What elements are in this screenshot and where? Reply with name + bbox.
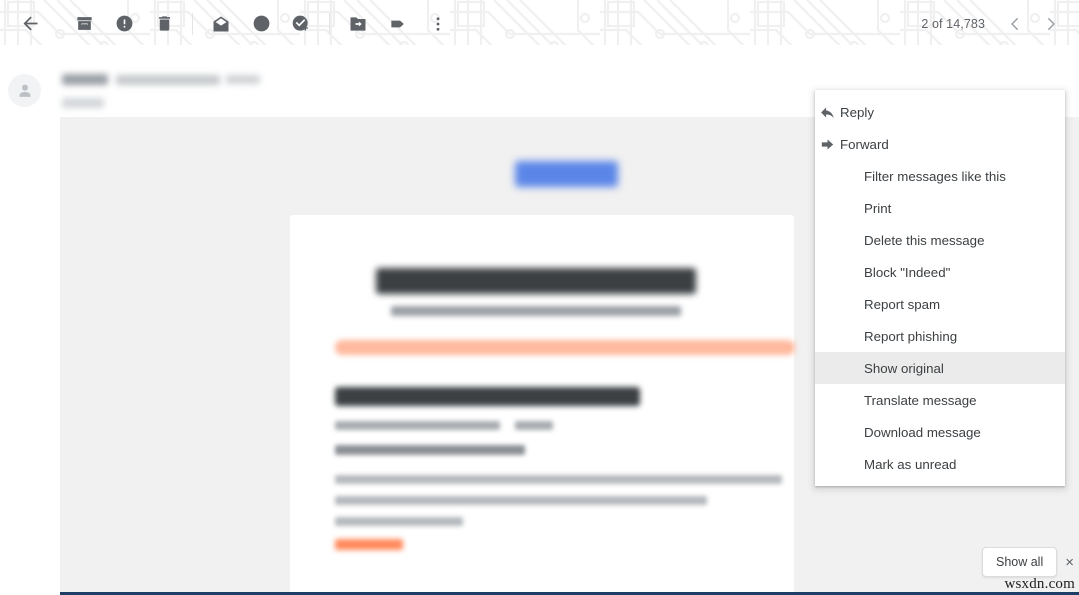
arrow-left-icon (23, 16, 37, 31)
sender-email-suffix-redacted (226, 75, 260, 85)
menu-item-download-message[interactable]: Download message (815, 416, 1065, 448)
menu-item-block-indeed[interactable]: Block "Indeed" (815, 256, 1065, 288)
close-show-all-button[interactable]: × (1060, 555, 1079, 570)
menu-item-label: Reply (840, 104, 874, 120)
older-message-button[interactable] (1033, 6, 1069, 42)
show-all-button[interactable]: Show all (981, 547, 1058, 577)
toolbar-separator-1 (192, 12, 193, 35)
newer-message-button[interactable] (997, 6, 1033, 42)
indeed-logo-redacted (515, 161, 618, 187)
menu-item-report-phishing[interactable]: Report phishing (815, 320, 1065, 352)
job-company-redacted (335, 421, 500, 430)
menu-item-show-original[interactable]: Show original (815, 352, 1065, 384)
menu-item-label: Download message (864, 424, 981, 440)
menu-item-label: Filter messages like this (864, 168, 1006, 184)
job-title-redacted (335, 387, 640, 406)
gmail-message-view: 2 of 14,783 Show all × wsxdn.com Reply F… (0, 0, 1079, 595)
forward-arrow-icon (815, 136, 839, 153)
chevron-right-icon (1048, 17, 1055, 30)
archive-button[interactable] (64, 4, 104, 44)
menu-item-translate-message[interactable]: Translate message (815, 384, 1065, 416)
menu-item-label: Print (864, 200, 892, 216)
message-toolbar: 2 of 14,783 (0, 0, 1079, 47)
menu-item-label: Mark as unread (864, 456, 957, 472)
move-to-folder-icon (350, 16, 366, 31)
job-description-line-3-redacted (335, 517, 463, 526)
menu-item-forward[interactable]: Forward (815, 128, 1065, 160)
recipient-line-redacted (62, 98, 104, 108)
menu-item-report-spam[interactable]: Report spam (815, 288, 1065, 320)
job-apply-link-redacted[interactable] (335, 539, 403, 550)
toolbar-more-button[interactable] (418, 4, 458, 44)
menu-item-print[interactable]: Print (815, 192, 1065, 224)
email-subheadline-redacted (391, 306, 681, 316)
menu-item-mark-as-unread[interactable]: Mark as unread (815, 448, 1065, 480)
menu-item-reply[interactable]: Reply (815, 96, 1065, 128)
avatar (8, 74, 41, 107)
site-credit-text: wsxdn.com (1004, 576, 1075, 592)
sender-name-redacted (62, 74, 108, 86)
menu-item-label: Show original (864, 360, 944, 376)
menu-item-delete-this-message[interactable]: Delete this message (815, 224, 1065, 256)
report-spam-button[interactable] (104, 4, 144, 44)
email-headline-redacted (376, 268, 696, 294)
sender-email-redacted (116, 74, 220, 85)
trash-icon (158, 16, 170, 31)
menu-item-filter-messages-like-this[interactable]: Filter messages like this (815, 160, 1065, 192)
label-tag-icon (391, 20, 404, 27)
job-rating-redacted (515, 421, 553, 430)
task-check-icon (292, 15, 308, 31)
menu-item-label: Delete this message (864, 232, 985, 248)
email-cta-banner-redacted (335, 340, 795, 355)
menu-item-label: Report spam (864, 296, 941, 312)
back-to-inbox-button[interactable] (10, 4, 50, 44)
job-location-redacted (335, 445, 525, 455)
snooze-button[interactable] (241, 4, 281, 44)
menu-item-label: Forward (840, 136, 889, 152)
move-to-button[interactable] (338, 4, 378, 44)
toolbar-separator-2 (329, 12, 330, 35)
clock-icon (253, 15, 269, 32)
job-description-line-1-redacted (335, 475, 782, 484)
email-content-card (290, 215, 795, 595)
sender-info (62, 71, 260, 108)
person-avatar-icon (19, 84, 30, 97)
message-counter: 2 of 14,783 (921, 16, 985, 31)
add-to-tasks-button[interactable] (281, 4, 321, 44)
archive-icon (76, 17, 92, 30)
show-all-container: Show all × (981, 547, 1079, 577)
more-vertical-icon (436, 16, 440, 31)
delete-button[interactable] (144, 4, 184, 44)
job-description-line-2-redacted (335, 496, 707, 505)
reply-arrow-icon (815, 104, 839, 121)
report-spam-icon (116, 15, 132, 32)
chevron-left-icon (1011, 17, 1018, 30)
menu-item-label: Translate message (864, 392, 977, 408)
menu-item-label: Report phishing (864, 328, 958, 344)
labels-button[interactable] (378, 4, 418, 44)
message-options-menu: Reply Forward Filter messages like this Pri… (815, 90, 1065, 486)
mail-icon (213, 16, 229, 31)
mark-unread-button[interactable] (201, 4, 241, 44)
menu-item-label: Block "Indeed" (864, 264, 951, 280)
